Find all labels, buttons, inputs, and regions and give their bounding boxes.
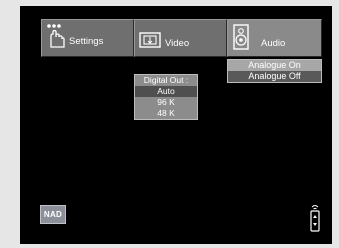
digital-out-title: Digital Out : — [143, 75, 189, 85]
option-auto[interactable]: Auto — [135, 86, 197, 97]
tab-audio[interactable]: Audio — [227, 19, 322, 57]
tab-settings-label: Settings — [69, 36, 104, 47]
tab-video-label: Video — [165, 38, 190, 49]
option-96k[interactable]: 96 K — [135, 97, 197, 108]
remote-control-icon — [309, 204, 321, 237]
tab-bar: Settings Video Audio — [41, 19, 322, 57]
tab-settings[interactable]: Settings — [41, 19, 134, 57]
nad-logo: NAD — [40, 205, 66, 224]
audio-menu: Analogue On Analogue Off — [227, 59, 322, 83]
speaker-icon — [233, 24, 249, 55]
tv-icon — [139, 32, 161, 53]
option-48k[interactable]: 48 K — [135, 108, 197, 119]
menu-item-analogue-on[interactable]: Analogue On — [228, 60, 321, 71]
digital-out-panel: Digital Out : Auto 96 K 48 K — [134, 74, 198, 120]
hand-pointer-icon — [46, 23, 66, 56]
tab-audio-label: Audio — [261, 38, 286, 49]
osd-screen: Settings Video Audio Analogue On Analogu… — [20, 6, 332, 244]
tab-video[interactable]: Video — [134, 19, 227, 57]
menu-item-analogue-off[interactable]: Analogue Off — [228, 71, 321, 82]
